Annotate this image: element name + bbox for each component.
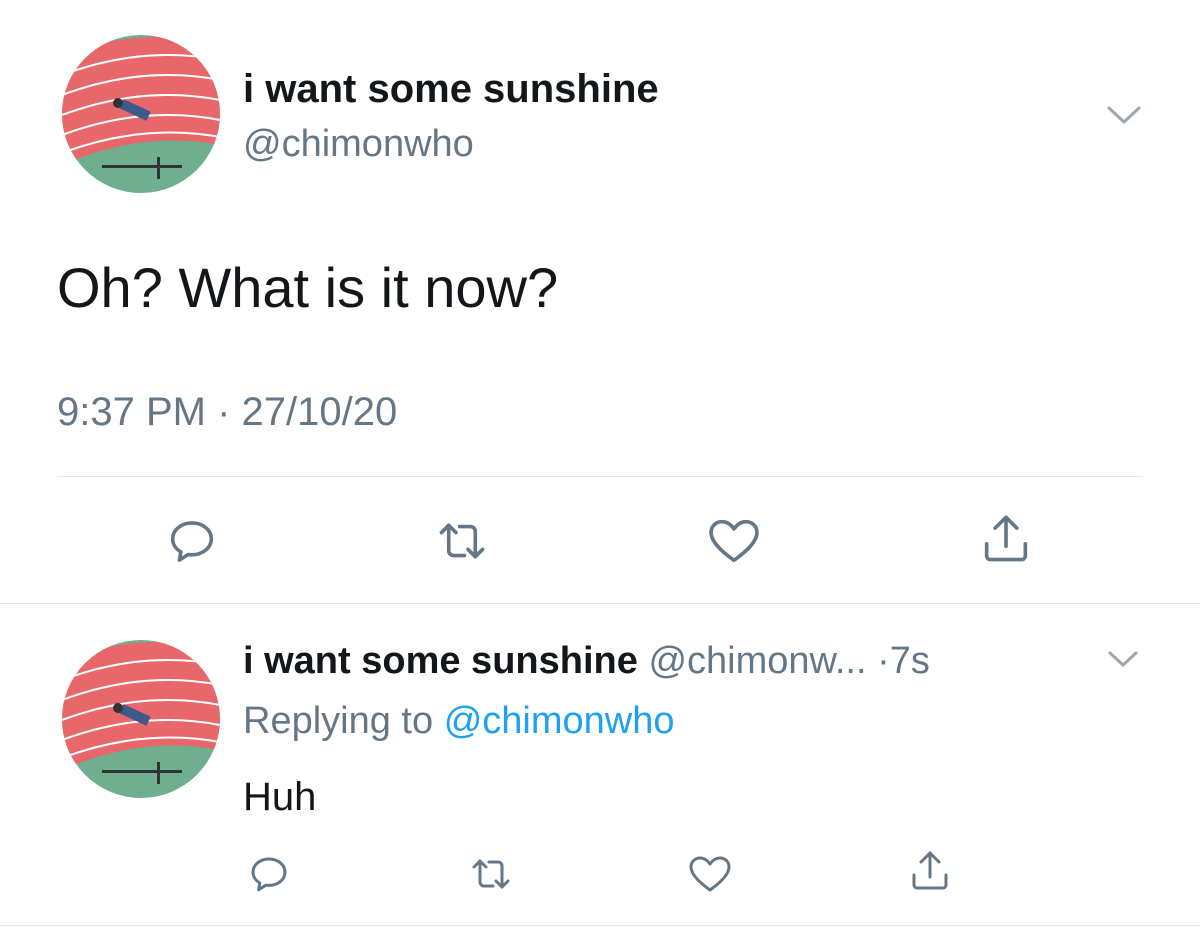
- display-name[interactable]: i want some sunshine: [243, 66, 659, 112]
- tweet-age[interactable]: ·7s: [877, 640, 930, 682]
- avatar[interactable]: [62, 35, 220, 193]
- display-name[interactable]: i want some sunshine: [243, 640, 638, 682]
- user-handle[interactable]: @chimonwho: [243, 122, 474, 166]
- retweet-icon[interactable]: [433, 512, 491, 570]
- user-handle[interactable]: @chimonw...: [648, 640, 866, 682]
- replying-label: Replying to: [243, 700, 434, 742]
- timestamp[interactable]: 9:37 PM · 27/10/20: [57, 388, 397, 436]
- divider: [57, 476, 1143, 477]
- reply-header: i want some sunshine @chimonw... ·7s: [243, 638, 930, 684]
- like-icon[interactable]: [705, 512, 763, 570]
- tweet-text: Huh: [243, 775, 317, 819]
- share-icon[interactable]: [906, 847, 954, 895]
- tweet-text: Oh? What is it now?: [57, 256, 559, 319]
- chevron-down-icon[interactable]: [1104, 100, 1144, 130]
- replying-handle-link[interactable]: @chimonwho: [444, 700, 675, 742]
- reply-icon[interactable]: [163, 512, 221, 570]
- chevron-down-icon[interactable]: [1106, 646, 1140, 672]
- avatar[interactable]: [62, 640, 220, 798]
- divider: [0, 925, 1200, 926]
- retweet-icon[interactable]: [467, 850, 515, 898]
- reply-icon[interactable]: [245, 850, 293, 898]
- replying-to: Replying to @chimonwho: [243, 698, 674, 744]
- like-icon[interactable]: [686, 850, 734, 898]
- divider: [0, 603, 1200, 604]
- share-icon[interactable]: [977, 510, 1035, 568]
